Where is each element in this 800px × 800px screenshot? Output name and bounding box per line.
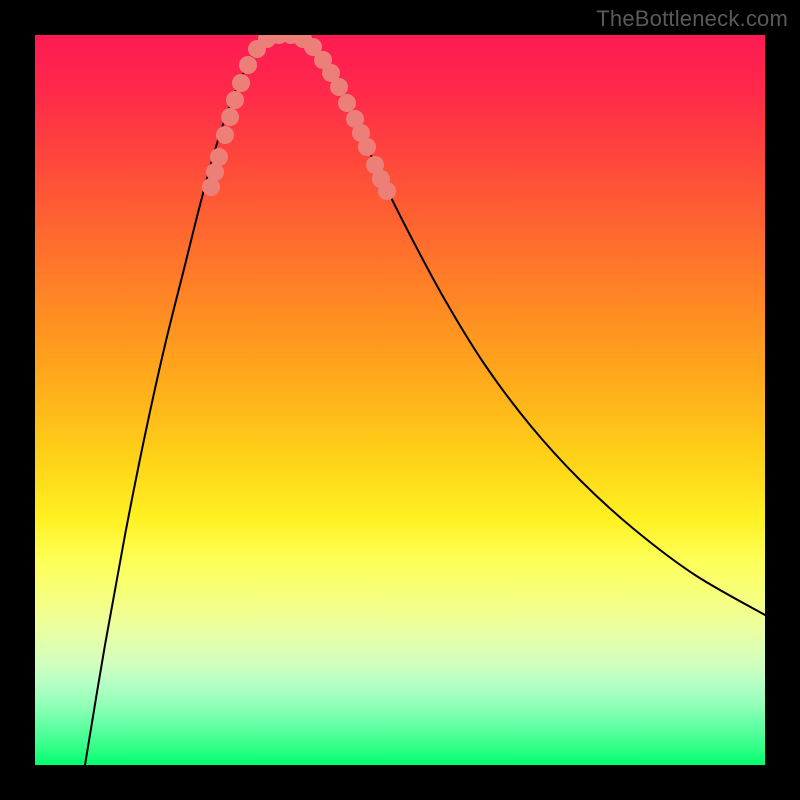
data-marker xyxy=(232,74,250,92)
watermark-text: TheBottleneck.com xyxy=(596,6,788,32)
data-marker xyxy=(210,148,228,166)
data-marker xyxy=(338,94,356,112)
plot-area xyxy=(35,35,765,765)
data-marker xyxy=(378,182,396,200)
bottleneck-curve xyxy=(85,35,765,765)
data-marker xyxy=(358,138,376,156)
data-marker xyxy=(226,91,244,109)
marker-group xyxy=(202,35,396,200)
chart-frame: TheBottleneck.com xyxy=(0,0,800,800)
curve-layer xyxy=(35,35,765,765)
data-marker xyxy=(330,78,348,96)
data-marker xyxy=(216,126,234,144)
data-marker xyxy=(221,108,239,126)
data-marker xyxy=(239,56,257,74)
